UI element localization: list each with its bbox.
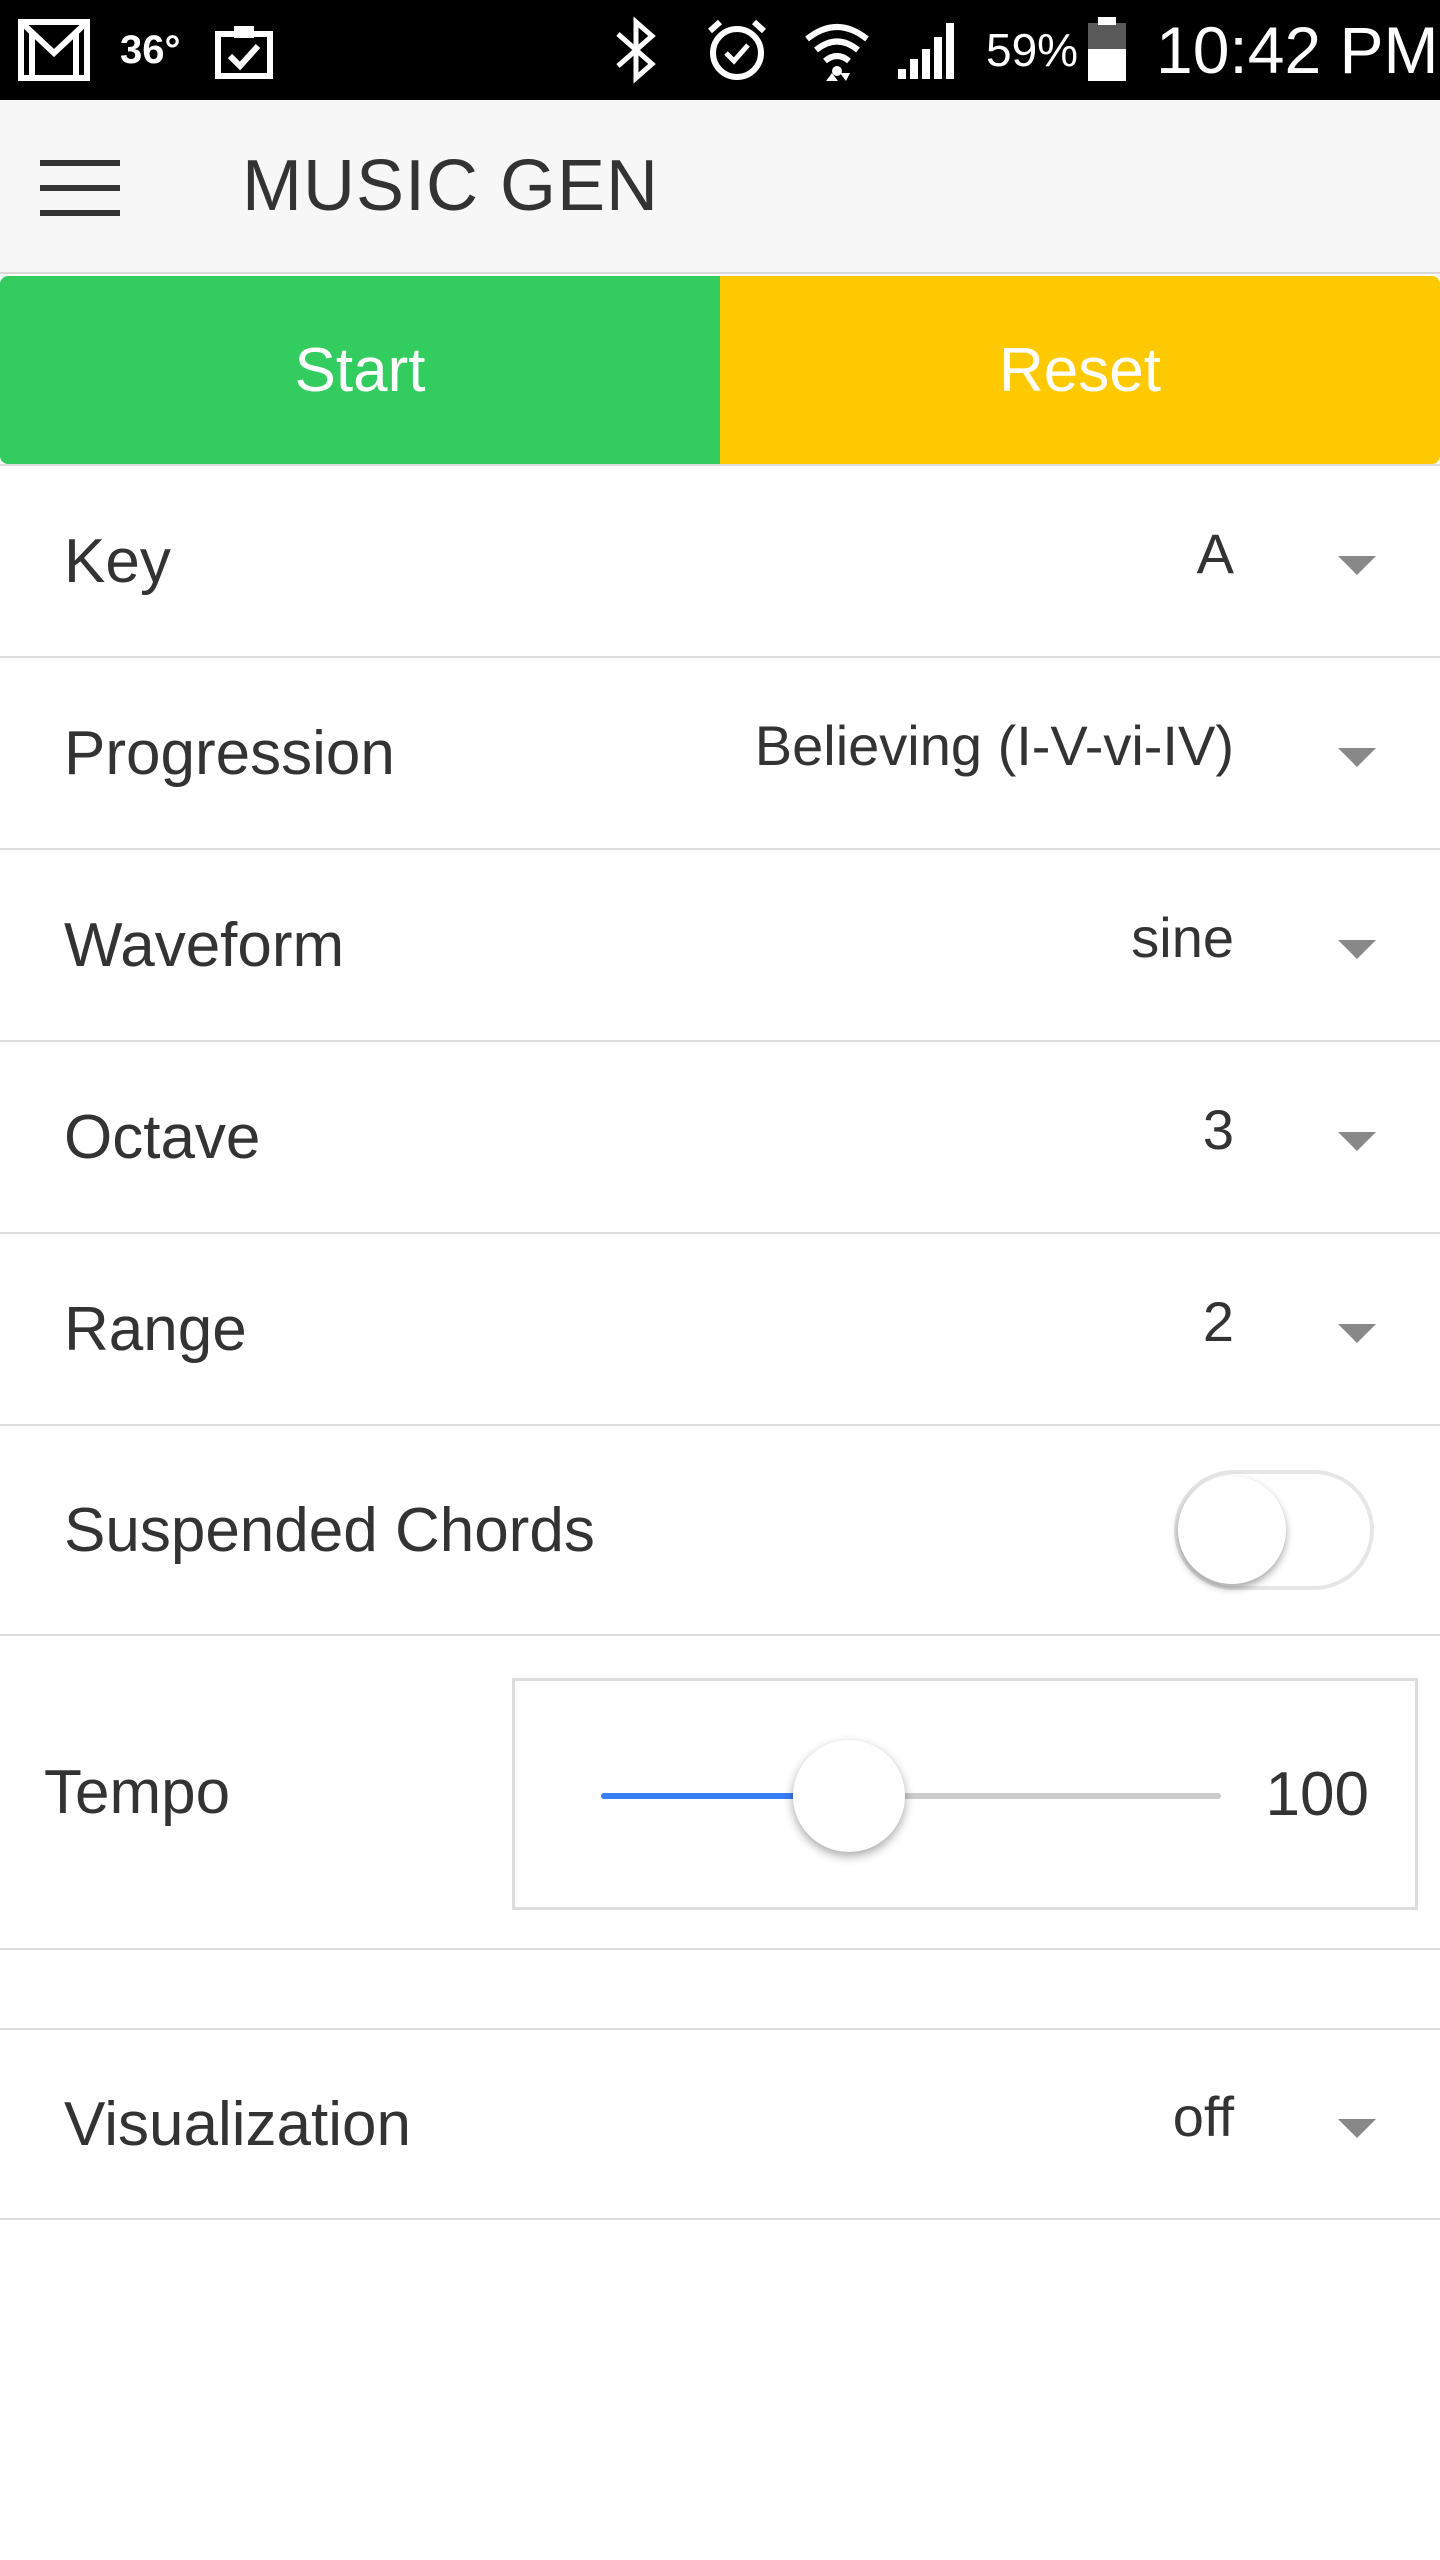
visualization-label: Visualization <box>64 2089 411 2159</box>
gmail-icon <box>18 0 90 100</box>
octave-label: Octave <box>64 1102 261 1172</box>
app-title: MUSIC GEN <box>242 146 660 226</box>
waveform-select[interactable]: Waveform sine <box>0 848 1440 1040</box>
hamburger-menu-icon[interactable] <box>40 160 120 216</box>
clipboard-check-icon <box>214 0 274 100</box>
chevron-down-icon <box>1338 940 1376 959</box>
waveform-value: sine <box>1131 905 1234 969</box>
octave-value: 3 <box>1202 1097 1234 1161</box>
suspended-chords-label: Suspended Chords <box>64 1495 595 1565</box>
range-select[interactable]: Range 2 <box>0 1232 1440 1424</box>
progression-value: Believing (I-V-vi-IV) <box>754 713 1234 777</box>
chevron-down-icon <box>1338 748 1376 767</box>
key-label: Key <box>64 526 171 596</box>
clock: 10:42 PM <box>1156 13 1439 87</box>
chevron-down-icon <box>1338 556 1376 575</box>
suspended-chords-toggle[interactable] <box>1174 1470 1374 1590</box>
toggle-knob <box>1178 1476 1286 1584</box>
action-bar: Start Reset <box>0 276 1440 464</box>
waveform-label: Waveform <box>64 910 345 980</box>
temperature-text: 36° <box>120 27 181 72</box>
tempo-label: Tempo <box>44 1757 231 1827</box>
visualization-value: off <box>1172 2084 1234 2148</box>
chevron-down-icon <box>1338 1132 1376 1151</box>
reset-button[interactable]: Reset <box>720 276 1440 464</box>
tempo-value: 100 <box>1265 1759 1369 1829</box>
octave-select[interactable]: Octave 3 <box>0 1040 1440 1232</box>
bluetooth-icon <box>612 0 660 100</box>
key-value: A <box>1196 521 1234 585</box>
key-select[interactable]: Key A <box>0 464 1440 656</box>
progression-select[interactable]: Progression Believing (I-V-vi-IV) <box>0 656 1440 848</box>
progression-label: Progression <box>64 718 395 788</box>
tempo-slider[interactable] <box>601 1740 1221 1852</box>
signal-icon <box>896 0 964 100</box>
chevron-down-icon <box>1338 2119 1376 2138</box>
range-value: 2 <box>1202 1289 1234 1353</box>
battery-icon <box>1086 0 1128 100</box>
chevron-down-icon <box>1338 1324 1376 1343</box>
wifi-icon <box>802 0 872 100</box>
app-bar: MUSIC GEN <box>0 100 1440 274</box>
settings-list: Key A Progression Believing (I-V-vi-IV) … <box>0 464 1440 2220</box>
suspended-chords-row: Suspended Chords <box>0 1424 1440 1634</box>
visualization-select[interactable]: Visualization off <box>0 2028 1440 2220</box>
battery-percent: 59% <box>986 24 1079 76</box>
status-bar: 36° 59% 10:42 PM <box>0 0 1440 100</box>
alarm-icon <box>704 0 770 100</box>
tempo-slider-knob[interactable] <box>793 1740 905 1852</box>
start-button[interactable]: Start <box>0 276 720 464</box>
tempo-control: 100 <box>512 1678 1418 1910</box>
range-label: Range <box>64 1294 247 1364</box>
tempo-row: Tempo 100 <box>0 1634 1440 1950</box>
